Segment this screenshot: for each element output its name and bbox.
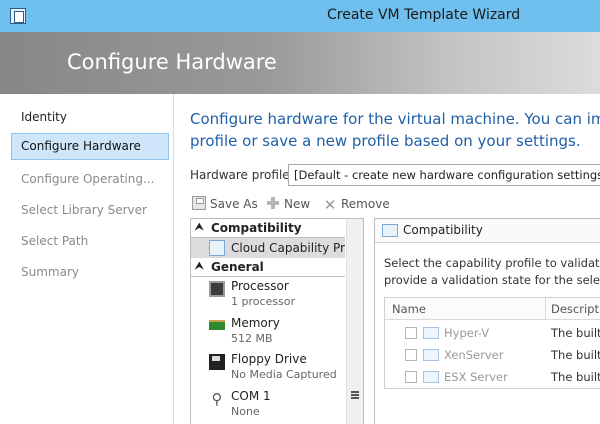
title-bar: Create VM Template Wizard xyxy=(0,0,600,32)
hardware-toolbar: Save As New ✕ Remove xyxy=(190,194,600,214)
capability-profile-icon xyxy=(423,327,439,339)
list-item-detail: None xyxy=(231,405,260,418)
intro-line: profile or save a new profile based on y… xyxy=(190,132,581,150)
remove-button[interactable]: ✕ Remove xyxy=(323,194,390,214)
column-header-name[interactable]: Name xyxy=(392,302,426,316)
new-label: New xyxy=(284,197,311,211)
save-as-label: Save As xyxy=(210,197,258,211)
list-item-detail: No Media Captured xyxy=(231,368,337,381)
column-header-description[interactable]: Descriptio xyxy=(551,302,600,316)
row-checkbox[interactable] xyxy=(405,349,417,361)
compatibility-detail-panel: Compatibility Select the capability prof… xyxy=(374,218,600,424)
new-button[interactable]: New xyxy=(266,194,310,214)
list-item-cloud-capability[interactable]: Cloud Capability Pr... xyxy=(191,238,345,258)
cloud-capability-icon xyxy=(209,240,225,256)
plus-icon xyxy=(266,196,280,210)
drag-handle-icon[interactable] xyxy=(351,391,359,399)
list-item-com-1[interactable]: ⚲ COM 1 None xyxy=(191,389,345,424)
list-scrollbar[interactable] xyxy=(346,219,363,424)
table-row[interactable]: Hyper-V The built- xyxy=(385,322,600,344)
column-divider[interactable] xyxy=(545,298,546,320)
section-title: Compatibility xyxy=(211,221,302,235)
section-title: General xyxy=(211,260,264,274)
grid-header: Name Descriptio xyxy=(385,298,600,320)
list-item-name: Floppy Drive xyxy=(231,352,307,366)
row-name: XenServer xyxy=(444,348,504,362)
nav-item-configure-operating-system: Configure Operating... xyxy=(21,172,155,186)
list-item-floppy-drive[interactable]: Floppy Drive No Media Captured xyxy=(191,352,345,388)
chevron-up-icon: ⮝ xyxy=(195,222,204,233)
close-icon: ✕ xyxy=(323,196,337,214)
nav-divider xyxy=(173,94,174,424)
row-description: The built- xyxy=(551,348,600,362)
page-banner: Configure Hardware xyxy=(0,32,600,94)
list-item-name: Memory xyxy=(231,316,280,330)
detail-header-title: Compatibility xyxy=(403,223,483,237)
list-item-detail: 512 MB xyxy=(231,332,273,345)
table-row[interactable]: XenServer The built- xyxy=(385,344,600,366)
memory-icon xyxy=(209,320,225,330)
hardware-profile-label: Hardware profile: xyxy=(190,168,294,182)
compatibility-icon xyxy=(382,224,398,237)
row-checkbox[interactable] xyxy=(405,371,417,383)
processor-icon xyxy=(209,281,225,297)
row-description: The built- xyxy=(551,370,600,384)
list-item-processor[interactable]: Processor 1 processor xyxy=(191,279,345,315)
nav-item-select-path: Select Path xyxy=(21,234,89,248)
section-divider xyxy=(191,276,345,277)
list-item-detail: 1 processor xyxy=(231,295,296,308)
floppy-drive-icon xyxy=(209,354,225,370)
list-item-memory[interactable]: Memory 512 MB xyxy=(191,316,345,352)
wizard-nav: Identity Configure Hardware Configure Op… xyxy=(9,94,173,424)
intro-line: Configure hardware for the virtual machi… xyxy=(190,110,600,128)
nav-item-select-library-server: Select Library Server xyxy=(21,203,147,217)
row-name: ESX Server xyxy=(444,370,508,384)
section-header-general[interactable]: ⮝ General xyxy=(191,258,345,276)
save-icon xyxy=(192,196,206,210)
table-row[interactable]: ESX Server The built- xyxy=(385,366,600,388)
remove-label: Remove xyxy=(341,197,390,211)
detail-description-line: Select the capability profile to validat… xyxy=(384,256,600,270)
capability-profile-icon xyxy=(423,371,439,383)
save-as-button[interactable]: Save As xyxy=(192,194,258,214)
detail-header: Compatibility xyxy=(375,219,600,243)
page-title: Configure Hardware xyxy=(67,50,277,74)
com-port-icon: ⚲ xyxy=(211,390,223,408)
section-header-compatibility[interactable]: ⮝ Compatibility xyxy=(191,219,345,237)
nav-item-configure-hardware[interactable]: Configure Hardware xyxy=(11,133,169,160)
intro-text: Configure hardware for the virtual machi… xyxy=(190,108,600,152)
row-description: The built- xyxy=(551,326,600,340)
list-item-name: Cloud Capability Pr... xyxy=(231,241,345,255)
chevron-up-icon: ⮝ xyxy=(195,261,204,272)
hardware-profile-select[interactable]: [Default - create new hardware configura… xyxy=(288,164,600,186)
nav-item-summary: Summary xyxy=(21,265,79,279)
row-checkbox[interactable] xyxy=(405,327,417,339)
hardware-list: ⮝ Compatibility Cloud Capability Pr... ⮝… xyxy=(190,218,364,424)
nav-item-identity[interactable]: Identity xyxy=(11,104,169,131)
row-name: Hyper-V xyxy=(444,326,490,340)
detail-description: Select the capability profile to validat… xyxy=(384,255,600,289)
detail-description-line: provide a validation state for the selec… xyxy=(384,273,600,287)
list-item-name: Processor xyxy=(231,279,289,293)
list-item-name: COM 1 xyxy=(231,389,271,403)
capability-profile-icon xyxy=(423,349,439,361)
capability-profile-grid: Name Descriptio Hyper-V The built- XenSe… xyxy=(384,297,600,389)
window-title: Create VM Template Wizard xyxy=(327,7,521,23)
app-icon xyxy=(10,8,26,24)
